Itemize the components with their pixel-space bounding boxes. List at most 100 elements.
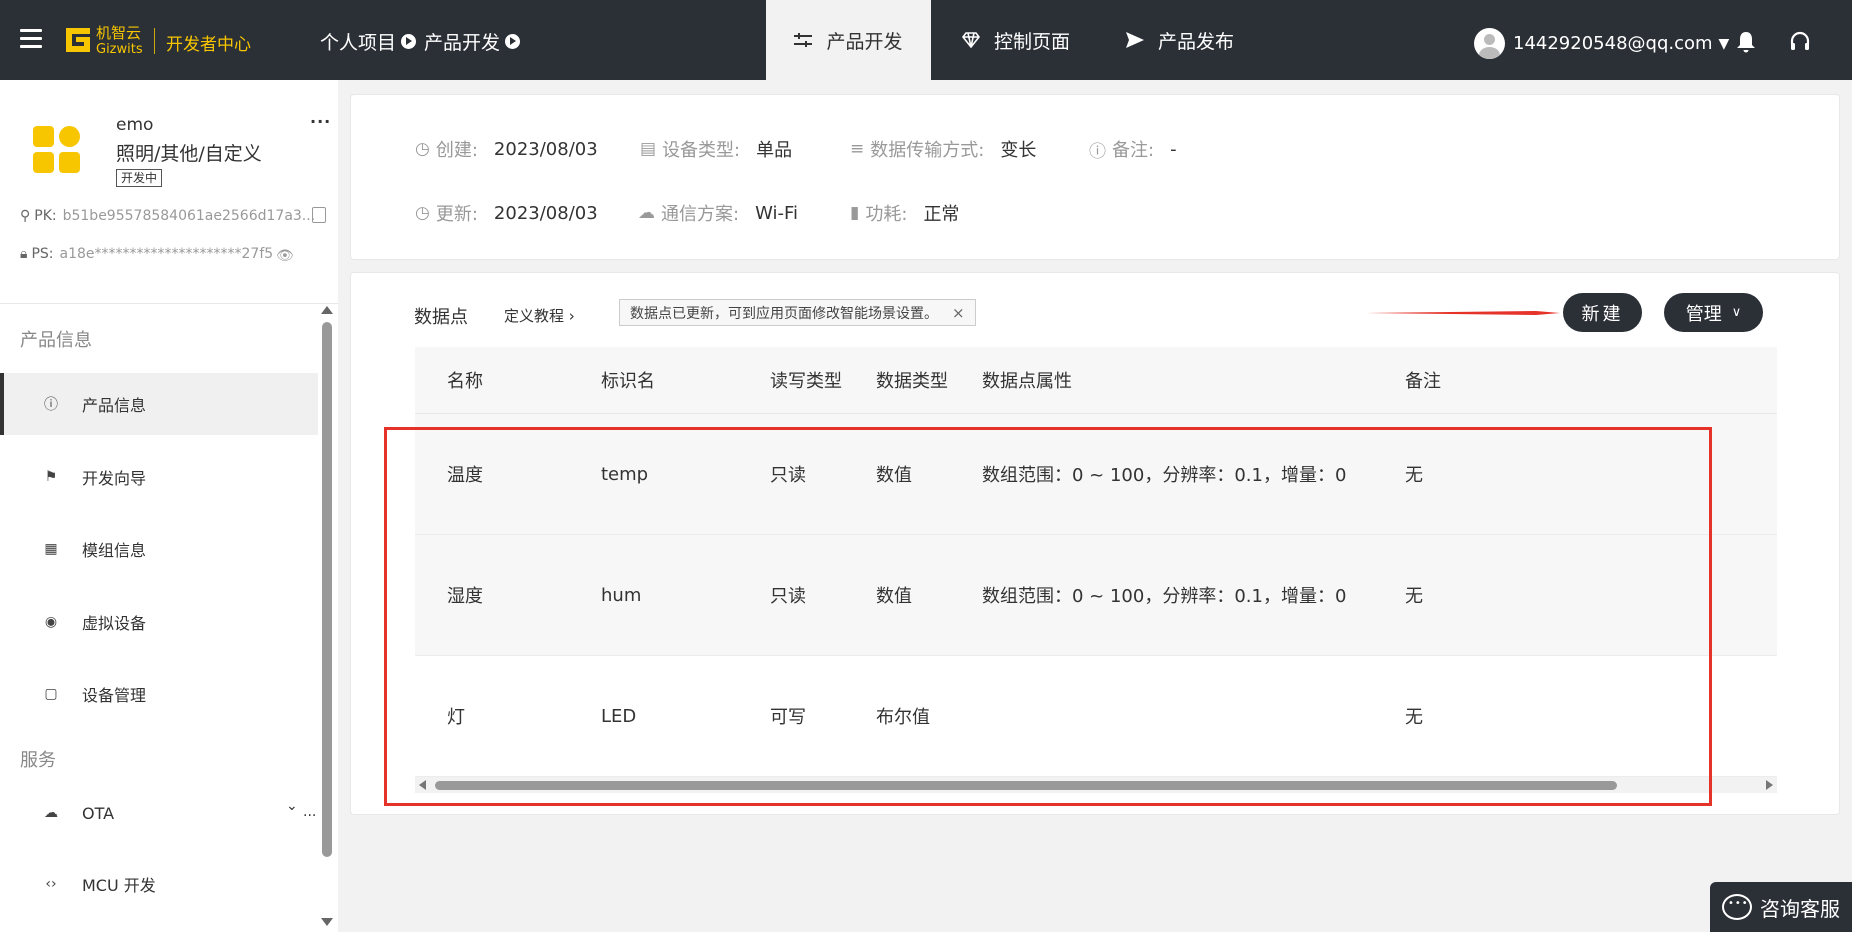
section-services: 服务: [20, 750, 56, 771]
info-power: ▮ 功耗: 正常: [850, 203, 960, 225]
manage-button[interactable]: 管理 ∨: [1664, 293, 1763, 332]
info-icon: ⓘ: [1089, 141, 1106, 162]
sidebar: emo 照明/其他/自定义 开发中 ... ⚲ PK: b51be9557858…: [0, 80, 338, 932]
top-navbar: 机智云 Gizwits 开发者中心 个人项目 产品开发 产品开发 控制页面 产品…: [0, 0, 1852, 80]
info-created: ◷ 创建: 2023/08/03: [415, 138, 598, 162]
sidebar-item-label: 模组信息: [82, 541, 147, 560]
table-row[interactable]: 温度 temp 只读 数值 数组范围：0 ~ 100，分辨率：0.1，增量：0 …: [415, 414, 1777, 535]
info-note: ⓘ 备注: -: [1089, 138, 1177, 162]
sidebar-item-label: 虚拟设备: [82, 614, 147, 633]
sidebar-item-label: 开发向导: [82, 469, 147, 488]
sidebar-item-label: MCU 开发: [82, 876, 156, 895]
sidebar-item-device-management[interactable]: ▢ 设备管理: [0, 663, 318, 725]
user-email[interactable]: 1442920548@qq.com: [1513, 33, 1713, 54]
sidebar-item-product-info[interactable]: ⓘ 产品信息: [0, 373, 318, 435]
close-icon[interactable]: ×: [952, 304, 965, 322]
clipboard-icon: ▢: [44, 686, 58, 702]
tab-product-release[interactable]: 产品发布: [1126, 0, 1234, 80]
status-badge: 开发中: [116, 169, 163, 187]
tab-label: 产品发布: [1158, 30, 1235, 53]
scroll-up-arrow-icon[interactable]: [321, 306, 333, 314]
sliders-icon: [794, 33, 813, 47]
breadcrumb-arrow-icon[interactable]: [401, 34, 417, 49]
product-secret-row: 🔒︎ PS: a18e*********************27f5: [20, 246, 273, 262]
update-notice: 数据点已更新，可到应用页面修改智能场景设置。 ×: [619, 299, 976, 326]
column-header: 数据类型: [876, 371, 948, 392]
battery-icon: ▮: [850, 203, 860, 223]
cloud-upload-icon: ☁: [44, 805, 58, 821]
eye-icon[interactable]: 👁︎: [276, 248, 294, 264]
table-horizontal-scrollbar[interactable]: [415, 777, 1777, 793]
cloud-icon: ☁: [638, 203, 655, 223]
diamond-icon: [962, 32, 980, 48]
bell-icon[interactable]: [1734, 30, 1758, 54]
signpost-icon: ⚑: [44, 469, 58, 485]
sidebar-scrollbar[interactable]: [322, 322, 332, 857]
send-icon: [1126, 32, 1144, 48]
more-options-icon[interactable]: ...: [310, 108, 331, 127]
notice-text: 数据点已更新，可到应用页面修改智能场景设置。: [630, 305, 938, 322]
document-icon: ▤: [640, 139, 657, 159]
developer-center-label[interactable]: 开发者中心: [166, 30, 251, 55]
product-icon: [33, 126, 83, 176]
breadcrumb-product-dev[interactable]: 产品开发: [424, 28, 500, 55]
column-header: 数据点属性: [982, 371, 1072, 392]
product-info-card: ◷ 创建: 2023/08/03 ▤ 设备类型: 单品 ≡ 数据传输方式: 变长…: [350, 94, 1840, 260]
definition-tutorial-link[interactable]: 定义教程 ›: [504, 305, 575, 326]
chat-bubble-icon: [1722, 894, 1752, 920]
info-device-type: ▤ 设备类型: 单品: [640, 139, 793, 161]
section-product-info: 产品信息: [20, 330, 92, 351]
sidebar-item-module-info[interactable]: ▦ 模组信息: [0, 518, 318, 580]
breadcrumb: 个人项目 产品开发: [320, 28, 528, 55]
product-category: 照明/其他/自定义: [116, 143, 262, 165]
key-icon: ⚲: [20, 208, 31, 224]
lock-icon: 🔒︎: [20, 246, 28, 262]
sidebar-item-dev-guide[interactable]: ⚑ 开发向导: [0, 446, 318, 508]
scrollbar-thumb[interactable]: [435, 781, 1617, 790]
tab-product-dev[interactable]: 产品开发: [766, 0, 931, 80]
breadcrumb-arrow-icon[interactable]: [505, 34, 521, 49]
column-header: 名称: [447, 371, 483, 392]
avatar[interactable]: [1474, 28, 1505, 59]
more-options-icon[interactable]: ...: [303, 804, 316, 820]
brand-name-en: Gizwits: [96, 42, 143, 57]
brand-name: 机智云: [96, 24, 142, 42]
sidebar-item-mcu-dev[interactable]: ‹› MCU 开发: [0, 853, 318, 915]
sidebar-item-label: 产品信息: [82, 396, 147, 415]
product-name: emo: [116, 115, 154, 135]
copy-icon[interactable]: [312, 207, 326, 223]
datapoints-table: 名称 标识名 读写类型 数据类型 数据点属性 备注 温度 temp 只读 数值 …: [415, 347, 1777, 777]
info-icon: ⓘ: [44, 397, 58, 413]
ps-value: a18e*********************27f5: [59, 246, 274, 262]
code-icon: ‹›: [45, 876, 57, 892]
scroll-right-arrow-icon[interactable]: [1766, 780, 1773, 790]
datapoints-title: 数据点: [414, 307, 468, 328]
column-header: 读写类型: [770, 371, 842, 392]
user-menu[interactable]: 1442920548@qq.com ▼: [1474, 28, 1729, 59]
scroll-down-arrow-icon[interactable]: [321, 918, 333, 926]
column-header: 标识名: [601, 371, 655, 392]
sidebar-item-label: 设备管理: [82, 686, 147, 705]
table-header: 名称 标识名 读写类型 数据类型 数据点属性 备注: [415, 347, 1777, 414]
tab-label: 产品开发: [826, 30, 903, 53]
tab-control-page[interactable]: 控制页面: [962, 0, 1070, 80]
hamburger-menu-icon[interactable]: [20, 29, 42, 49]
consult-support-button[interactable]: 咨询客服: [1710, 882, 1852, 932]
caret-down-icon[interactable]: ▼: [1719, 36, 1730, 52]
gizwits-logo-icon: [66, 28, 90, 52]
table-row[interactable]: 湿度 hum 只读 数值 数组范围：0 ~ 100，分辨率：0.1，增量：0 无: [415, 535, 1777, 656]
column-header: 备注: [1405, 371, 1441, 392]
new-datapoint-button[interactable]: 新建: [1563, 293, 1642, 332]
scroll-left-arrow-icon[interactable]: [419, 780, 426, 790]
table-row[interactable]: 灯 LED 可写 布尔值 无: [415, 656, 1777, 777]
virtual-device-icon: ◉: [44, 614, 58, 630]
pk-value: b51be95578584061ae2566d17a3...: [62, 208, 316, 224]
breadcrumb-projects[interactable]: 个人项目: [320, 28, 396, 55]
sidebar-item-ota[interactable]: ☁ OTA: [0, 782, 318, 844]
clock-icon: ◷: [415, 139, 430, 159]
chevron-down-icon[interactable]: ⌄: [286, 798, 298, 814]
headset-icon[interactable]: [1788, 30, 1812, 54]
brand-separator: [154, 28, 155, 54]
sidebar-item-virtual-device[interactable]: ◉ 虚拟设备: [0, 591, 318, 653]
ps-label: PS:: [31, 246, 54, 262]
